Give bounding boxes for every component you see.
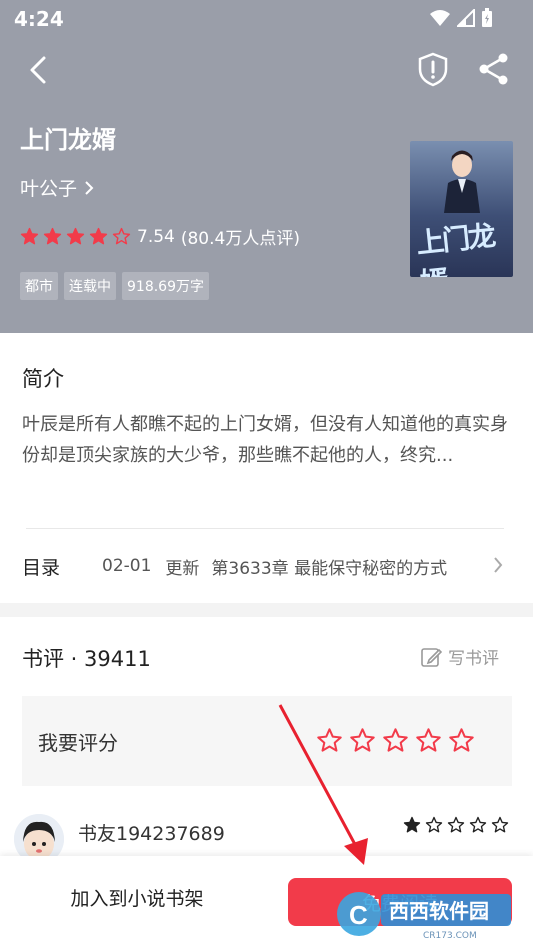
rating-score: 7.54 [137,226,175,247]
report-button[interactable] [414,50,452,88]
comment-star-icon [425,816,443,833]
rate-stars [316,727,475,754]
rating-row: 7.54 (80.4万人点评) [20,224,300,249]
intro-text[interactable]: 叶辰是所有人都瞧不起的上门女婿，但没有人知道他的真实身份却是顶尖家族的大少爷，那… [22,409,512,471]
write-review-label: 写书评 [448,649,499,669]
share-icon [479,53,508,85]
toc-row[interactable]: 目录 02-01 更新 第3633章 最能保守秘密的方式 [22,551,512,581]
rate-label: 我要评分 [38,731,118,755]
rate-star-icon[interactable] [448,727,475,754]
rate-star-icon[interactable] [349,727,376,754]
book-tags: 都市 连载中 918.69万字 [20,272,209,300]
toc-update: 更新 [165,558,200,579]
cover-title: 上门龙婿 [414,219,496,277]
share-button[interactable] [475,50,513,88]
rate-star-icon[interactable] [382,727,409,754]
author-name: 叶公子 [20,178,78,200]
free-read-button[interactable]: 免费阅读 [288,878,512,926]
divider [26,528,504,529]
rate-box: 我要评分 [22,696,512,786]
intro-heading: 简介 [22,367,64,391]
comment-username: 书友194237689 [78,823,225,845]
status-time: 4:24 [14,7,64,31]
chevron-right-icon [494,557,503,573]
tag-word-count: 918.69万字 [122,272,209,300]
signal-icon [457,9,475,27]
rate-star-icon[interactable] [316,727,343,754]
book-cover[interactable]: 上门龙婿 [410,141,513,277]
comment-star-icon [491,816,509,833]
status-icons [429,8,493,28]
chevron-left-icon [30,56,46,84]
bottom-bar: 加入到小说书架 免费阅读 [0,856,533,948]
rating-stars [20,227,131,246]
status-bar: 4:24 [0,0,533,36]
rating-star-icon [66,227,85,245]
comment-stars [403,816,509,834]
add-to-shelf-button[interactable]: 加入到小说书架 [22,884,252,911]
rate-star-icon[interactable] [415,727,442,754]
intro-section: 简介 叶辰是所有人都瞧不起的上门女婿，但没有人知道他的真实身份却是顶尖家族的大少… [0,333,533,603]
rating-star-icon [43,227,62,245]
comment-star-icon [403,816,421,833]
back-button[interactable] [22,52,58,88]
author-link[interactable]: 叶公子 [20,174,95,201]
toc-label: 目录 [22,556,61,579]
battery-icon [482,8,492,27]
write-review-button[interactable]: 写书评 [420,644,499,669]
section-gap [0,603,533,617]
rating-star-icon [20,227,39,245]
rating-count: (80.4万人点评) [180,229,300,249]
tag-status: 连载中 [64,272,116,300]
comment-item[interactable]: 书友194237689 [14,812,519,864]
toc-latest-chapter: 第3633章 最能保守秘密的方式 [211,558,448,579]
wifi-icon [430,10,450,26]
chevron-right-icon [85,180,94,195]
book-title: 上门龙婿 [20,126,116,154]
book-header: 4:24 上门龙婿 叶公子 7.54 (80.4万人点评) 都市 连载中 918… [0,0,533,333]
comment-star-icon [469,816,487,833]
rating-star-icon [89,227,108,245]
toc-date: 02-01 [102,556,152,576]
cover-illustration [444,150,480,213]
rating-star-icon [112,227,131,245]
tag-genre[interactable]: 都市 [20,272,58,300]
shield-alert-icon [418,52,448,87]
reviews-heading: 书评 · 39411 [22,647,151,671]
edit-icon [421,647,442,667]
comment-star-icon [447,816,465,833]
